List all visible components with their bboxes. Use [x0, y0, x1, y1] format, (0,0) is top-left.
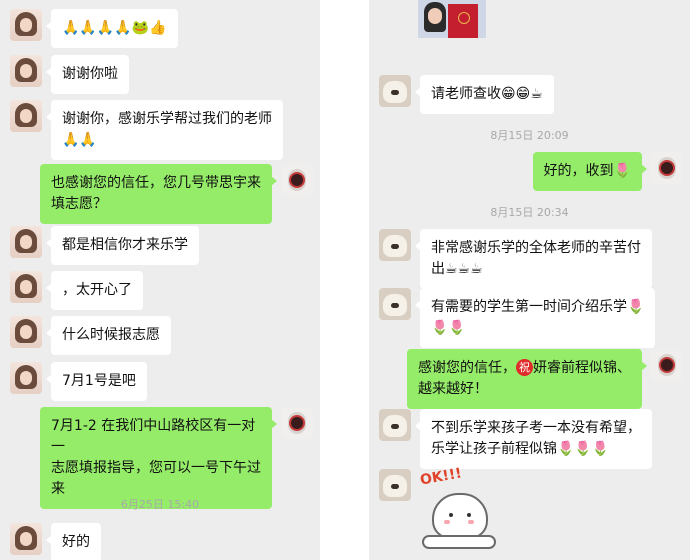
message-bubble[interactable]: 感谢您的信任，祝妍睿前程似锦、 越来越好！ — [407, 349, 647, 409]
message-bubble[interactable]: 好的，收到🌷 — [532, 152, 648, 191]
chat-timestamp: 8月15日 20:09 — [490, 129, 569, 142]
message-bubble[interactable]: 谢谢你啦 — [46, 55, 129, 94]
message-row: 7月1号是吧 — [10, 362, 147, 401]
message-row: 都是相信你才来乐学 — [10, 226, 199, 265]
message-row: ，太开心了 — [10, 271, 143, 310]
message-row: 好的 — [10, 523, 101, 560]
contact-avatar[interactable] — [379, 288, 411, 320]
my-avatar[interactable] — [281, 407, 313, 439]
message-bubble[interactable]: ，太开心了 — [46, 271, 143, 310]
message-row: 7月1-2 在我们中山路校区有一对一 志愿填报指导，您可以一号下午过 来 — [40, 407, 313, 509]
message-row: 🙏🙏🙏🙏🐸👍 — [10, 9, 178, 48]
blessing-icon: 祝 — [516, 359, 533, 376]
contact-avatar[interactable] — [10, 55, 42, 87]
message-row: 什么时候报志愿 — [10, 316, 171, 355]
message-row: 非常感谢乐学的全体老师的辛苦付 出☕☕☕ — [379, 229, 652, 289]
message-row: 不到乐学来孩子考一本没有希望， 乐学让孩子前程似锦🌷🌷🌷 — [379, 409, 652, 469]
message-bubble[interactable]: 🙏🙏🙏🙏🐸👍 — [46, 9, 178, 48]
cat-sticker[interactable]: OK!!! — [418, 465, 500, 555]
message-row: 好的，收到🌷 — [532, 152, 683, 191]
message-bubble[interactable]: 都是相信你才来乐学 — [46, 226, 199, 265]
message-bubble[interactable]: 也感谢您的信任，您几号带思宇来 填志愿？ — [40, 164, 277, 224]
message-bubble[interactable]: 7月1号是吧 — [46, 362, 147, 401]
chat-panel-left: 🙏🙏🙏🙏🐸👍 谢谢你啦 谢谢你，感谢乐学帮过我们的老师 🙏🙏 也感谢您的信任，您… — [0, 0, 320, 560]
contact-avatar[interactable] — [10, 100, 42, 132]
message-bubble[interactable]: 什么时候报志愿 — [46, 316, 171, 355]
message-bubble[interactable]: 7月1-2 在我们中山路校区有一对一 志愿填报指导，您可以一号下午过 来 — [40, 407, 277, 509]
contact-avatar[interactable] — [10, 316, 42, 348]
contact-avatar[interactable] — [379, 409, 411, 441]
contact-avatar[interactable] — [10, 523, 42, 555]
message-bubble[interactable]: 不到乐学来孩子考一本没有希望， 乐学让孩子前程似锦🌷🌷🌷 — [415, 409, 652, 469]
message-row: 谢谢你啦 — [10, 55, 129, 94]
chat-panel-right: 请老师查收😁😁☕ 8月15日 20:09 好的，收到🌷 8月15日 20:34 … — [369, 0, 690, 560]
sticker-label: OK!!! — [418, 465, 463, 489]
contact-avatar[interactable] — [10, 9, 42, 41]
message-row: 谢谢你，感谢乐学帮过我们的老师 🙏🙏 — [10, 100, 283, 160]
certificate-book — [448, 4, 478, 38]
message-bubble[interactable]: 请老师查收😁😁☕ — [415, 75, 554, 114]
chat-timestamp: 6月25日 15:40 — [120, 498, 200, 511]
chat-timestamp: 8月15日 20:34 — [490, 206, 569, 219]
contact-avatar[interactable] — [10, 226, 42, 258]
contact-avatar[interactable] — [379, 229, 411, 261]
my-avatar[interactable] — [281, 164, 313, 196]
shared-photo[interactable] — [418, 0, 486, 38]
message-row: 感谢您的信任，祝妍睿前程似锦、 越来越好！ — [407, 349, 683, 409]
message-bubble[interactable]: 谢谢你，感谢乐学帮过我们的老师 🙏🙏 — [46, 100, 283, 160]
contact-avatar[interactable] — [10, 362, 42, 394]
message-row: 有需要的学生第一时间介绍乐学🌷 🌷🌷 — [379, 288, 656, 348]
contact-avatar[interactable] — [379, 75, 411, 107]
cat-icon — [432, 493, 488, 539]
contact-avatar[interactable] — [10, 271, 42, 303]
message-text: 感谢您的信任， — [418, 360, 516, 376]
my-avatar[interactable] — [651, 349, 683, 381]
message-bubble[interactable]: 好的 — [46, 523, 101, 560]
cat-paws — [422, 535, 496, 549]
message-row — [379, 469, 411, 501]
contact-avatar[interactable] — [379, 469, 411, 501]
person-face — [428, 8, 442, 24]
message-row: 请老师查收😁😁☕ — [379, 75, 554, 114]
message-row: 也感谢您的信任，您几号带思宇来 填志愿？ — [40, 164, 313, 224]
message-bubble[interactable]: 有需要的学生第一时间介绍乐学🌷 🌷🌷 — [414, 288, 656, 348]
my-avatar[interactable] — [651, 152, 683, 184]
message-bubble[interactable]: 非常感谢乐学的全体老师的辛苦付 出☕☕☕ — [415, 229, 652, 289]
